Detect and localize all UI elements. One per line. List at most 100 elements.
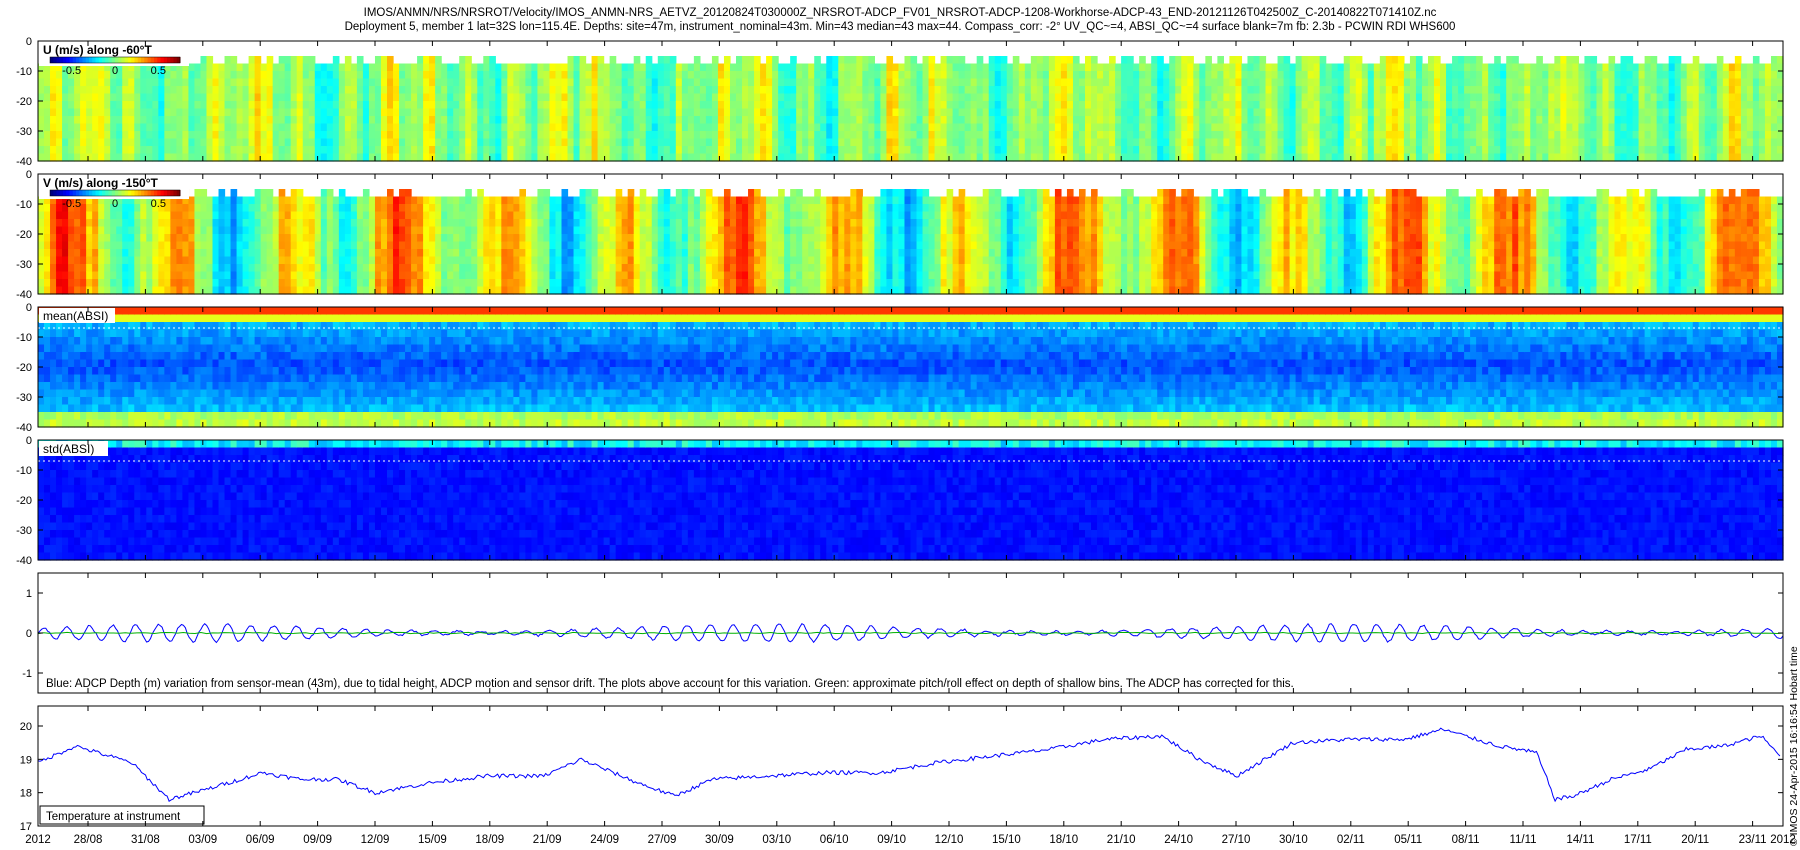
- heatmap-cell: [170, 138, 177, 147]
- heatmap-cell: [200, 241, 208, 250]
- heatmap-cell: [266, 78, 274, 87]
- heatmap-cell: [1283, 63, 1291, 72]
- heatmap-cell: [1530, 63, 1537, 72]
- heatmap-cell: [1115, 123, 1122, 132]
- heatmap-cell: [62, 86, 69, 95]
- heatmap-cell: [1566, 101, 1573, 110]
- heatmap-cell: [615, 138, 623, 147]
- heatmap-cell: [260, 93, 268, 102]
- heatmap-cell: [1560, 63, 1567, 72]
- heatmap-cell: [314, 241, 322, 250]
- heatmap-cell: [880, 63, 888, 72]
- heatmap-cell: [1710, 131, 1718, 140]
- heatmap-cell: [489, 116, 496, 125]
- heatmap-cell: [134, 93, 141, 102]
- heatmap-cell: [459, 279, 466, 288]
- heatmap-cell: [910, 78, 918, 87]
- heatmap-cell: [627, 86, 635, 95]
- heatmap-cell: [1127, 153, 1134, 162]
- heatmap-cell: [1307, 138, 1315, 147]
- heatmap-cell: [68, 146, 75, 155]
- heatmap-cell: [970, 63, 978, 72]
- heatmap-cell: [477, 286, 484, 295]
- heatmap-cell: [1446, 123, 1453, 132]
- heatmap-cell: [320, 71, 328, 80]
- heatmap-cell: [1283, 116, 1291, 125]
- heatmap-cell: [1066, 146, 1074, 155]
- heatmap-cell: [874, 123, 882, 132]
- heatmap-cell: [393, 219, 400, 228]
- heatmap-cell: [1349, 93, 1357, 102]
- heatmap-cell: [188, 116, 196, 125]
- heatmap-cell: [1223, 86, 1231, 95]
- heatmap-cell: [477, 226, 484, 235]
- heatmap-cell: [1283, 138, 1291, 147]
- heatmap-cell: [591, 56, 599, 65]
- heatmap-cell: [808, 138, 815, 147]
- heatmap-cell: [1265, 86, 1273, 95]
- heatmap-cell: [663, 101, 671, 110]
- heatmap-cell: [988, 71, 996, 80]
- heatmap-cell: [362, 131, 370, 140]
- heatmap-cell: [772, 86, 779, 95]
- heatmap-cell: [1440, 63, 1447, 72]
- heatmap-cell: [338, 86, 346, 95]
- heatmap-cell: [964, 146, 972, 155]
- heatmap-cell: [1644, 131, 1652, 140]
- heatmap-cell: [1692, 86, 1700, 95]
- heatmap-cell: [567, 86, 575, 95]
- heatmap-cell: [1012, 71, 1020, 80]
- heatmap-cell: [92, 153, 99, 162]
- heatmap-cell: [585, 131, 593, 140]
- heatmap-cell: [128, 249, 135, 258]
- heatmap-cell: [332, 108, 340, 117]
- heatmap-cell: [338, 249, 346, 258]
- heatmap-cell: [1133, 101, 1140, 110]
- heatmap-cell: [356, 241, 364, 250]
- heatmap-cell: [778, 153, 785, 162]
- heatmap-cell: [362, 63, 370, 72]
- heatmap-cell: [1590, 101, 1598, 110]
- heatmap-cell: [1668, 86, 1676, 95]
- heatmap-cell: [585, 108, 593, 117]
- heatmap-cell: [212, 204, 220, 213]
- heatmap-cell: [597, 63, 605, 72]
- heatmap-cell: [1271, 93, 1279, 102]
- heatmap-cell: [1620, 138, 1628, 147]
- heatmap-cell: [380, 234, 388, 243]
- heatmap-cell: [56, 234, 63, 243]
- heatmap-cell: [338, 101, 346, 110]
- heatmap-cell: [242, 138, 250, 147]
- heatmap-cell: [1175, 71, 1182, 80]
- heatmap-cell: [1343, 101, 1351, 110]
- heatmap-cell: [1283, 56, 1291, 65]
- heatmap-cell: [140, 286, 147, 295]
- heatmap-cell: [1524, 101, 1531, 110]
- heatmap-cell: [1139, 108, 1146, 117]
- heatmap-cell: [994, 71, 1002, 80]
- heatmap-cell: [423, 63, 430, 72]
- heatmap-cell: [1698, 78, 1706, 87]
- heatmap-cell: [898, 93, 906, 102]
- heatmap-cell: [380, 153, 388, 162]
- heatmap-cell: [1728, 108, 1736, 117]
- heatmap-cell: [362, 78, 370, 87]
- heatmap-cell: [651, 93, 659, 102]
- heatmap-cell: [1740, 71, 1748, 80]
- heatmap-cell: [362, 204, 370, 213]
- heatmap-cell: [579, 56, 587, 65]
- heatmap-cell: [856, 123, 863, 132]
- heatmap-cell: [423, 131, 430, 140]
- heatmap-cell: [1109, 86, 1116, 95]
- heatmap-cell: [1301, 56, 1309, 65]
- heatmap-cell: [1572, 86, 1580, 95]
- heatmap-cell: [681, 116, 689, 125]
- heatmap-cell: [573, 146, 581, 155]
- heatmap-cell: [308, 196, 316, 205]
- heatmap-cell: [1175, 116, 1182, 125]
- heatmap-cell: [567, 123, 575, 132]
- heatmap-cell: [1746, 123, 1754, 132]
- heatmap-cell: [374, 56, 382, 65]
- heatmap-cell: [597, 116, 605, 125]
- heatmap-cell: [254, 116, 262, 125]
